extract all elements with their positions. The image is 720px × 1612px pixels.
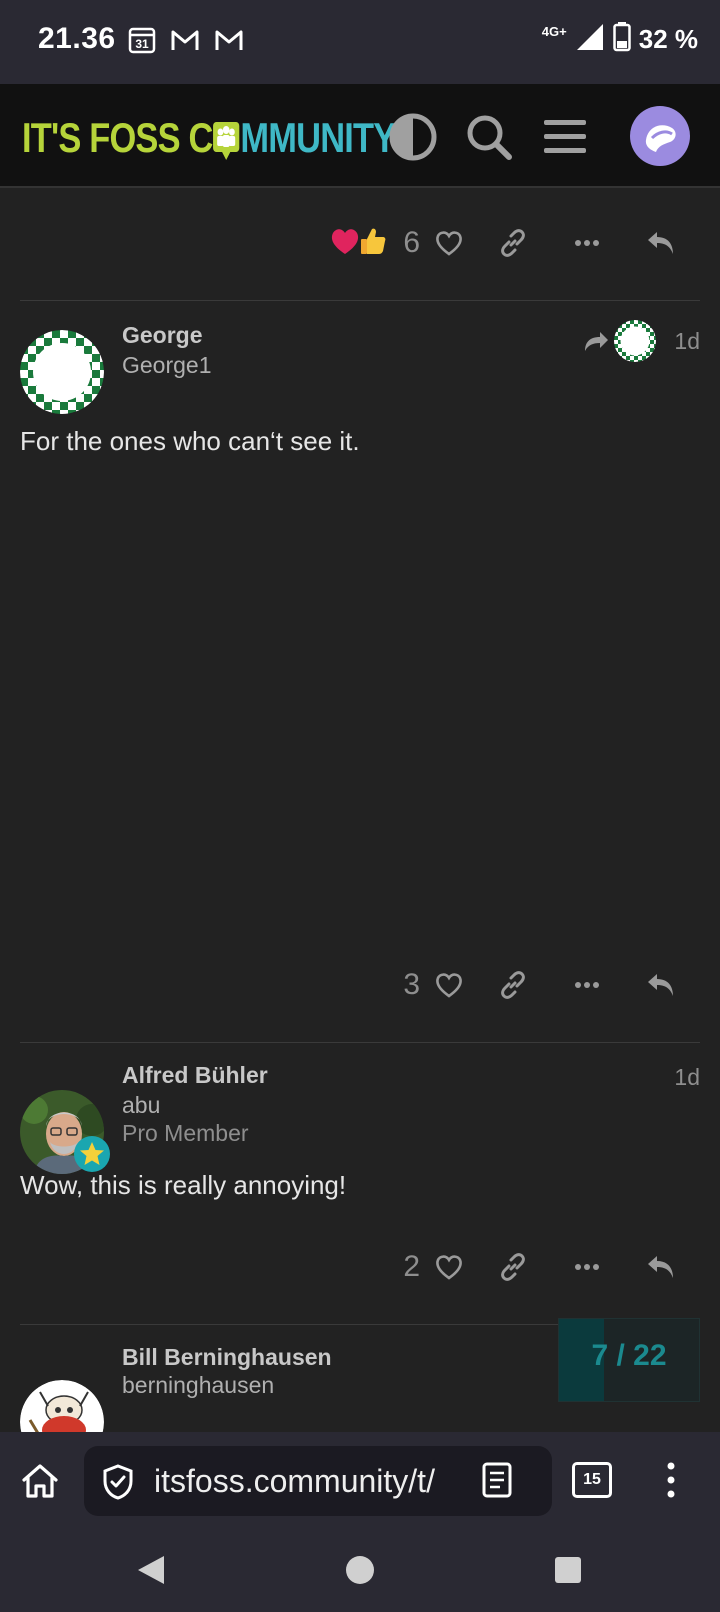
avatar[interactable]	[20, 1090, 110, 1174]
shield-icon	[103, 1464, 133, 1500]
reply-icon	[648, 232, 673, 254]
battery-icon	[612, 22, 631, 57]
recents-square-icon	[555, 1557, 581, 1583]
post-author-name[interactable]: Bill Berninghausen	[122, 1344, 332, 1371]
network-label: 4G+	[541, 24, 567, 39]
reply-icon	[648, 974, 673, 996]
pro-member-flair-icon	[74, 1136, 110, 1172]
signal-icon	[575, 22, 605, 57]
kebab-menu-icon	[667, 1462, 675, 1498]
avatar	[614, 320, 656, 362]
post-date[interactable]: 1d	[674, 1064, 700, 1091]
gmail-icon	[170, 26, 200, 59]
back-triangle-icon	[138, 1556, 164, 1584]
system-navigation-bar	[0, 1530, 720, 1612]
tabs-button[interactable]: 15	[572, 1462, 612, 1498]
browser-menu-button[interactable]	[664, 1460, 678, 1505]
post-author-username: berninghausen	[122, 1372, 275, 1398]
post-author-name[interactable]: Alfred Bühler	[122, 1062, 268, 1089]
post-actions: 2	[403, 1242, 698, 1292]
like-button[interactable]	[422, 1242, 476, 1292]
link-icon	[501, 1253, 525, 1281]
reader-view-icon	[482, 1462, 512, 1498]
like-count[interactable]: 3	[403, 968, 420, 1002]
topic-progress-indicator[interactable]: 7 / 22	[558, 1318, 700, 1402]
post-divider	[20, 1042, 700, 1043]
svg-text:31: 31	[135, 37, 149, 51]
avatar	[630, 106, 690, 166]
reply-to-indicator[interactable]	[582, 320, 656, 362]
reply-button[interactable]	[624, 1242, 698, 1292]
status-time: 21.36	[38, 22, 116, 55]
search-button[interactable]	[460, 108, 518, 166]
home-nav-button[interactable]	[344, 1554, 376, 1591]
avatar[interactable]	[20, 330, 104, 414]
gmail-icon	[214, 26, 244, 59]
logo-text-part2: MMUNITY	[240, 114, 396, 161]
home-button[interactable]	[20, 1462, 60, 1505]
ellipsis-icon	[575, 1264, 599, 1270]
user-avatar-button[interactable]	[630, 106, 690, 166]
ellipsis-icon	[575, 240, 599, 246]
share-arrow-icon	[585, 332, 608, 351]
menu-button[interactable]	[536, 108, 594, 166]
more-options-button[interactable]	[550, 960, 624, 1010]
hamburger-icon	[544, 120, 586, 153]
topic-stream: 6 George George1 1d For the ones who can…	[0, 188, 720, 1432]
theme-toggle-button[interactable]	[384, 108, 442, 166]
post-author-username: abu	[122, 1092, 161, 1118]
avatar[interactable]	[20, 1380, 104, 1432]
link-icon	[501, 229, 525, 257]
more-options-button[interactable]	[550, 218, 624, 268]
post-date[interactable]: 1d	[674, 328, 700, 355]
community-logo-icon	[213, 118, 241, 160]
like-button[interactable]	[422, 218, 476, 268]
tab-count: 15	[583, 1471, 601, 1488]
progress-label: 7 / 22	[591, 1339, 667, 1372]
like-count[interactable]: 2	[403, 1250, 420, 1284]
post-body: Wow, this is really annoying!	[20, 1170, 347, 1200]
recents-button[interactable]	[554, 1556, 582, 1589]
post-author-name[interactable]: George	[122, 322, 203, 349]
post-body: For the ones who can‘t see it.	[20, 426, 360, 456]
search-icon	[467, 115, 512, 160]
back-button[interactable]	[136, 1554, 166, 1591]
status-bar: 21.36 31 4G+ 32 %	[0, 0, 720, 84]
post-divider	[20, 300, 700, 301]
post-author-title: Pro Member	[122, 1120, 249, 1146]
post-author-username: George1	[122, 352, 212, 378]
post-actions: 3	[403, 960, 698, 1010]
reply-button[interactable]	[624, 218, 698, 268]
calendar-icon: 31	[128, 26, 156, 59]
home-circle-icon	[346, 1556, 374, 1584]
heart-outline-icon	[436, 231, 462, 256]
ellipsis-icon	[575, 982, 599, 988]
contrast-icon	[389, 113, 437, 161]
more-options-button[interactable]	[550, 1242, 624, 1292]
post-actions: 6	[329, 218, 698, 268]
copy-link-button[interactable]	[476, 218, 550, 268]
copy-link-button[interactable]	[476, 1242, 550, 1292]
address-bar[interactable]: itsfoss.community/t/	[84, 1446, 552, 1516]
thumbs-up-reaction-icon	[357, 225, 389, 262]
browser-toolbar: itsfoss.community/t/ 15	[0, 1432, 720, 1530]
like-count[interactable]: 6	[403, 226, 420, 260]
reply-icon	[648, 1256, 673, 1278]
site-header: IT'S FOSS C MMUNITY	[0, 84, 720, 188]
heart-outline-icon	[436, 1255, 462, 1280]
reply-button[interactable]	[624, 960, 698, 1010]
copy-link-button[interactable]	[476, 960, 550, 1010]
like-button[interactable]	[422, 960, 476, 1010]
link-icon	[501, 971, 525, 999]
battery-percent: 32 %	[638, 24, 698, 54]
heart-outline-icon	[436, 973, 462, 998]
site-logo[interactable]: IT'S FOSS C MMUNITY	[22, 112, 396, 164]
reader-mode-button[interactable]	[482, 1462, 512, 1503]
logo-text-part1: IT'S FOSS C	[22, 114, 213, 161]
home-icon	[22, 1464, 58, 1498]
url-text: itsfoss.community/t/	[154, 1463, 435, 1499]
